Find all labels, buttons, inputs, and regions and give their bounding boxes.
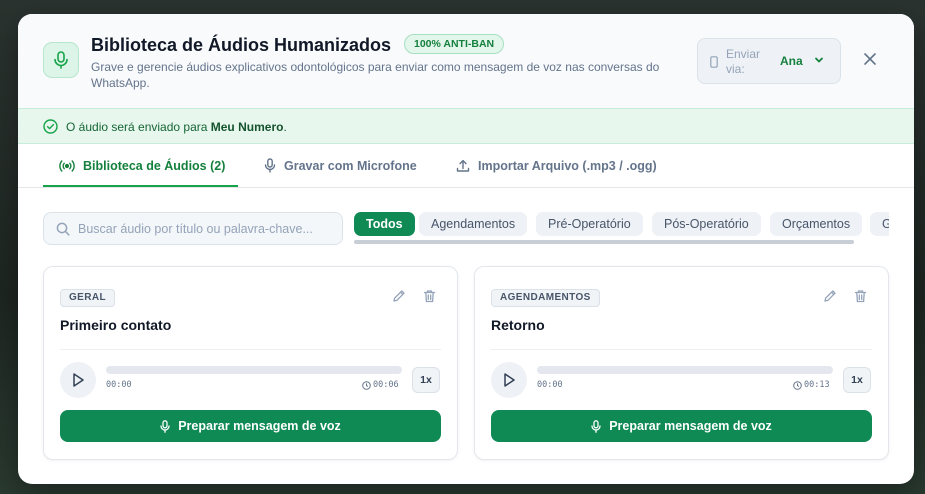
notice-suffix: . [283, 120, 287, 134]
audio-card: GERAL Primeiro contato 00:00 00:06 1x Pr… [43, 266, 458, 460]
send-target-notice: O áudio será enviado para Meu Numero. [18, 108, 914, 144]
notice-target: Meu Numero [210, 120, 284, 134]
filter-pre-operatorio[interactable]: Pré-Operatório [536, 212, 643, 236]
card-divider [491, 349, 872, 350]
prepare-voice-message-button[interactable]: Preparar mensagem de voz [60, 410, 441, 442]
tab-import-label: Importar Arquivo (.mp3 / .ogg) [478, 158, 657, 173]
category-badge: AGENDAMENTOS [491, 289, 600, 307]
tab-library-label: Biblioteca de Áudios (2) [83, 158, 226, 173]
playback-speed-button[interactable]: 1x [412, 367, 440, 393]
category-filter-bar: Todos Agendamentos Pré-Operatório Pós-Op… [354, 212, 889, 248]
sender-label: Enviar via: [726, 47, 761, 76]
tab-record[interactable]: Gravar com Microfone [264, 144, 417, 187]
playback-speed-button[interactable]: 1x [843, 367, 871, 393]
microphone-icon [43, 42, 79, 78]
broadcast-icon [59, 159, 75, 172]
audio-duration: 00:13 [793, 380, 830, 390]
phone-icon [710, 56, 718, 68]
tab-library[interactable]: Biblioteca de Áudios (2) [59, 144, 225, 187]
search-input[interactable] [78, 219, 336, 239]
close-icon [864, 53, 876, 65]
active-tab-indicator [43, 185, 238, 187]
edit-icon[interactable] [823, 289, 837, 303]
prepare-button-label: Preparar mensagem de voz [609, 419, 772, 433]
search-box [43, 212, 343, 245]
audio-title: Primeiro contato [60, 317, 172, 333]
filter-more[interactable]: G [870, 212, 889, 236]
sender-select[interactable]: Enviar via: Ana [697, 38, 841, 84]
card-divider [60, 349, 441, 350]
audio-duration: 00:06 [362, 380, 399, 390]
microphone-icon [160, 419, 170, 433]
audio-title: Retorno [491, 317, 545, 333]
filter-pos-operatorio[interactable]: Pós-Operatório [652, 212, 761, 236]
category-badge: GERAL [60, 289, 115, 307]
sender-value: Ana [780, 54, 803, 68]
tab-bar: Biblioteca de Áudios (2) Gravar com Micr… [18, 144, 914, 188]
audio-card: AGENDAMENTOS Retorno 00:00 00:13 1x Prep… [474, 266, 889, 460]
duration-text: 00:13 [804, 380, 830, 390]
notice-text: O áudio será enviado para Meu Numero. [66, 120, 287, 134]
audio-progress-track[interactable] [537, 366, 833, 374]
trash-icon[interactable] [854, 289, 867, 303]
microphone-icon [591, 419, 601, 433]
filter-agendamentos[interactable]: Agendamentos [419, 212, 528, 236]
current-time: 00:00 [106, 380, 132, 390]
play-icon [504, 373, 515, 387]
current-time: 00:00 [537, 380, 563, 390]
anti-ban-badge: 100% ANTI-BAN [404, 34, 505, 54]
clock-icon [362, 380, 371, 390]
edit-icon[interactable] [392, 289, 406, 303]
notice-prefix: O áudio será enviado para [66, 120, 211, 134]
modal-subtitle: Grave e gerencie áudios explicativos odo… [91, 60, 660, 90]
tab-record-label: Gravar com Microfone [284, 158, 417, 173]
prepare-button-label: Preparar mensagem de voz [178, 419, 341, 433]
duration-text: 00:06 [373, 380, 399, 390]
clock-icon [793, 380, 802, 390]
play-button[interactable] [491, 362, 527, 398]
trash-icon[interactable] [423, 289, 436, 303]
modal-header: Biblioteca de Áudios Humanizados 100% AN… [18, 14, 914, 108]
audio-progress-track[interactable] [106, 366, 402, 374]
filter-all[interactable]: Todos [354, 212, 415, 236]
prepare-voice-message-button[interactable]: Preparar mensagem de voz [491, 410, 872, 442]
filter-orcamentos[interactable]: Orçamentos [770, 212, 863, 236]
play-icon [73, 373, 84, 387]
check-circle-icon [43, 119, 58, 134]
close-button[interactable] [860, 49, 880, 69]
tab-import[interactable]: Importar Arquivo (.mp3 / .ogg) [456, 144, 657, 187]
modal-title: Biblioteca de Áudios Humanizados [91, 35, 392, 55]
search-icon [56, 222, 70, 236]
microphone-icon [264, 158, 276, 173]
chevron-down-icon [815, 57, 823, 63]
filter-scrollbar[interactable] [354, 240, 854, 244]
upload-icon [456, 159, 470, 172]
play-button[interactable] [60, 362, 96, 398]
audio-library-modal: Biblioteca de Áudios Humanizados 100% AN… [18, 14, 914, 484]
